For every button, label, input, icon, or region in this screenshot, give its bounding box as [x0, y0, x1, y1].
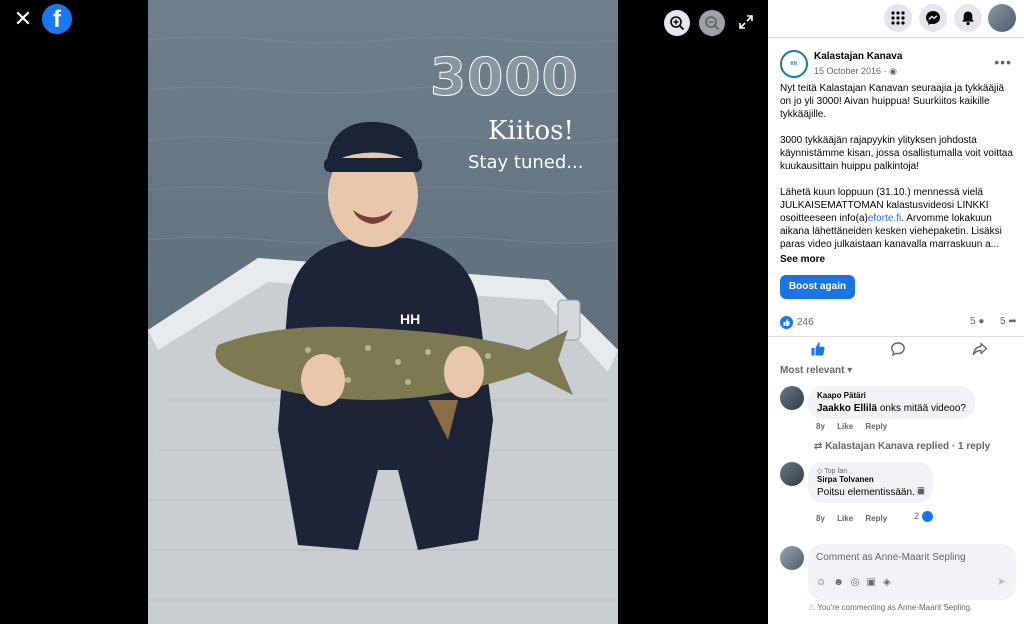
commenting-as-text: You're commenting as Anne-Maarit Sepling…	[817, 603, 973, 612]
top-fan-badge: ◇ Top fan	[817, 467, 924, 475]
photo-viewer: ✕ f HH 3000 Kiitos! Stay tuned...	[0, 0, 768, 624]
post-header: KK Kalastajan Kanava 15 October 2016 · ◉…	[768, 38, 1024, 80]
comment-reply-button[interactable]: Reply	[865, 422, 887, 431]
zoom-out-icon	[705, 16, 720, 31]
comment: ◇ Top fan Sirpa Tolvanen Poitsu elementi…	[780, 462, 1016, 526]
shares-count-group[interactable]: 5 ➦	[1000, 316, 1017, 327]
bell-icon	[962, 11, 974, 26]
likes-count[interactable]: 246	[797, 317, 814, 328]
page-name[interactable]: Kalastajan Kanava	[814, 51, 902, 62]
comment-reaction-count[interactable]: 2	[914, 511, 933, 523]
comment-bubble-icon: ●	[978, 316, 985, 327]
post-actions-bar	[768, 336, 1024, 358]
comment-icon[interactable]	[890, 341, 906, 357]
share-icon[interactable]	[972, 341, 988, 357]
comment-reply-button[interactable]: Reply	[865, 514, 887, 523]
comment-like-button[interactable]: Like	[837, 422, 853, 431]
comment-placeholder[interactable]: Comment as Anne-Maarit Sepling	[816, 552, 966, 563]
comment-author[interactable]: Sirpa Tolvanen	[817, 475, 924, 484]
share-arrow-icon: ➦	[1008, 316, 1017, 327]
gif-icon[interactable]: ▣	[866, 577, 882, 588]
comment-text-body: onks mitää videoo?	[877, 403, 966, 414]
comment-composer: Comment as Anne-Maarit Sepling ☺☻◎▣◈ ➤	[780, 544, 1016, 600]
zoom-in-icon	[670, 16, 685, 31]
comment-bubble: ◇ Top fan Sirpa Tolvanen Poitsu elementi…	[808, 462, 934, 503]
comment-text: Jaakko Ellilä onks mitää videoo?	[817, 403, 966, 414]
svg-text:HH: HH	[400, 311, 420, 327]
sort-label[interactable]: Most relevant	[780, 365, 844, 376]
top-bar	[768, 0, 1024, 38]
like-reaction-icon	[780, 316, 793, 329]
page-logo[interactable]: KK	[780, 50, 808, 78]
messenger-icon	[926, 11, 940, 25]
shares-count[interactable]: 5	[1000, 316, 1006, 327]
comment-sort-dropdown[interactable]: Most relevant ▾	[780, 365, 852, 376]
comment-like-button[interactable]: Like	[837, 514, 853, 523]
notifications-button[interactable]	[954, 4, 982, 32]
post-date[interactable]: 15 October 2016 · ◉	[814, 66, 897, 77]
boost-button[interactable]: Boost again	[780, 275, 855, 299]
comments-count[interactable]: 5	[970, 316, 976, 327]
send-icon[interactable]: ➤	[997, 575, 1006, 588]
reaction-summary[interactable]: 246 5 ● 5 ➦	[780, 316, 1020, 332]
camera-icon[interactable]: ◎	[851, 577, 867, 588]
post-body: Nyt teitä Kalastajan Kanavan seuraajia j…	[780, 82, 1016, 264]
caret-down-icon: ▾	[847, 365, 853, 376]
avatar[interactable]	[780, 386, 804, 410]
zoom-in-button[interactable]	[664, 10, 690, 36]
warning-icon: ⚠	[808, 603, 816, 612]
comments-count-group[interactable]: 5 ●	[970, 316, 984, 327]
page-reply-avatar-icon: ⇄	[814, 441, 823, 452]
top-fan-label: Top fan	[824, 468, 848, 475]
reaction-count[interactable]: 2	[914, 511, 919, 521]
overlay-headline: 3000	[430, 48, 579, 109]
comment-meta: 8y Like Reply	[816, 422, 897, 431]
comment-meta: 8y Like Reply	[816, 514, 897, 523]
post-paragraph: Lähetä kuun loppuun (31.10.) mennessä vi…	[780, 186, 1016, 251]
profile-avatar[interactable]	[988, 4, 1016, 32]
comment-bubble: Kaapo Pätäri Jaakko Ellilä onks mitää vi…	[808, 386, 975, 419]
facebook-logo[interactable]: f	[42, 4, 72, 34]
globe-icon: ◉	[889, 66, 897, 76]
messenger-button[interactable]	[919, 4, 947, 32]
comment-time[interactable]: 8y	[816, 422, 825, 431]
comment-text: Poitsu elementissään. 𝄜	[817, 487, 925, 498]
post-paragraph: Nyt teitä Kalastajan Kanavan seuraajia j…	[780, 83, 1005, 120]
comment: Kaapo Pätäri Jaakko Ellilä onks mitää vi…	[780, 386, 1016, 436]
comment-author[interactable]: Kaapo Pätäri	[817, 391, 966, 400]
grid-menu-icon	[891, 11, 905, 25]
emoji-icon[interactable]: ☻	[833, 577, 851, 588]
overlay-stay-tuned: Stay tuned...	[468, 152, 584, 173]
commenting-as-notice: ⚠ You're commenting as Anne-Maarit Sepli…	[808, 603, 972, 612]
post-date-text[interactable]: 15 October 2016 ·	[814, 66, 887, 76]
tagged-name[interactable]: Jaakko Ellilä	[817, 403, 877, 414]
close-icon[interactable]: ✕	[12, 8, 34, 30]
grid-menu-button[interactable]	[884, 4, 912, 32]
expand-icon	[739, 15, 753, 29]
avatar[interactable]	[780, 462, 804, 486]
diamond-icon: ◇	[817, 468, 823, 475]
composer-tools: ☺☻◎▣◈	[816, 577, 898, 588]
replied-text[interactable]: Kalastajan Kanava replied · 1 reply	[825, 441, 990, 452]
post-link[interactable]: eforte.fi	[868, 213, 901, 224]
view-replies-link[interactable]: ⇄ Kalastajan Kanava replied · 1 reply	[814, 441, 990, 452]
like-icon[interactable]	[810, 341, 826, 357]
overlay-kiitos: Kiitos!	[488, 116, 574, 146]
more-options-icon[interactable]: •••	[994, 54, 1012, 70]
like-reaction-icon	[921, 511, 933, 523]
post-paragraph: 3000 tykkääjän rajapyykin ylityksen johd…	[780, 135, 1013, 172]
comment-time[interactable]: 8y	[816, 514, 825, 523]
see-more-link[interactable]: See more	[780, 254, 825, 265]
post-side-panel: KK Kalastajan Kanava 15 October 2016 · ◉…	[768, 0, 1024, 624]
comment-input[interactable]: Comment as Anne-Maarit Sepling ☺☻◎▣◈ ➤	[808, 544, 1016, 600]
avatar-sticker-icon[interactable]: ☺	[816, 577, 833, 588]
avatar[interactable]	[780, 546, 804, 570]
fullscreen-button[interactable]	[738, 14, 754, 30]
sticker-icon[interactable]: ◈	[883, 577, 898, 588]
zoom-out-button[interactable]	[699, 10, 725, 36]
